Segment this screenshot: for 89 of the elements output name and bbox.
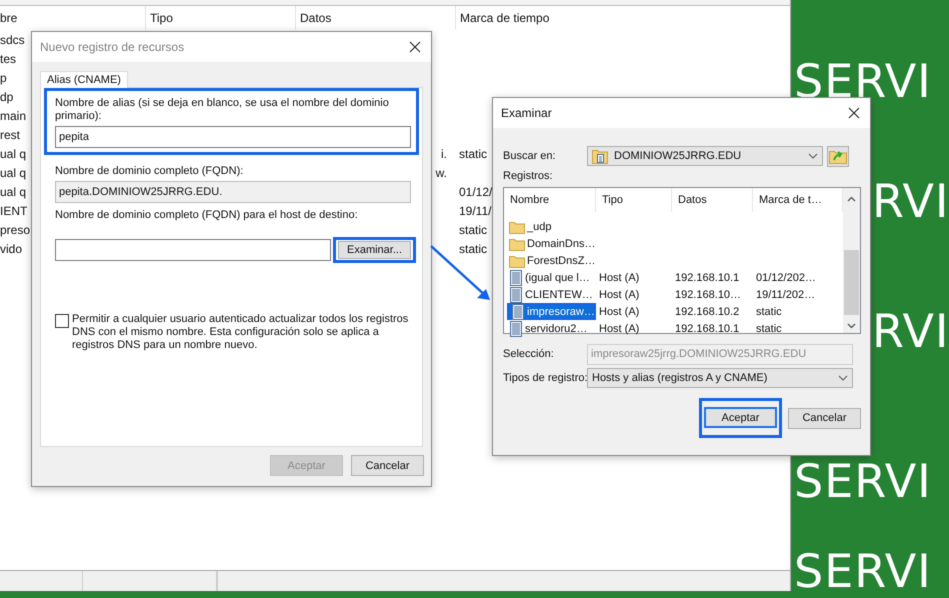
folder-icon — [509, 220, 525, 234]
table-cell: ual q — [0, 146, 26, 160]
table-cell: static — [459, 242, 488, 256]
chevron-down-icon — [808, 153, 818, 159]
list-item[interactable]: ForestDnsZ… — [507, 252, 596, 269]
table-cell: p — [0, 70, 7, 84]
table-cell-text: Host (A) — [598, 306, 640, 318]
table-cell: 19/11/ — [459, 204, 492, 218]
folder-icon — [509, 236, 525, 250]
column-header[interactable]: Nombre — [504, 188, 596, 212]
checkbox-label: Permitir a cualquier usuario autenticado actualizar todos los registros DNS con el mismo nombre. Esta configuración solo se aplica a registros DNS para un nombre nuevo. — [72, 313, 409, 352]
column-header[interactable]: Datos — [672, 188, 753, 212]
table-cell-text: static — [755, 306, 783, 318]
dialog-button[interactable]: Cancelar — [788, 408, 861, 428]
table-cell-text: static — [755, 322, 783, 334]
input-field[interactable]: pepita.DOMINIOW25JRRG.EDU. — [55, 181, 411, 203]
table-cell-text: Host (A) — [598, 288, 640, 300]
list-item[interactable]: CLIENTEW… — [507, 286, 596, 303]
input-field[interactable]: pepita — [55, 126, 411, 148]
table-cell-text: Host (A) — [598, 322, 640, 334]
input-field[interactable] — [55, 239, 331, 261]
folder-icon — [592, 148, 608, 164]
checkbox[interactable] — [55, 314, 69, 328]
table-cell: ual q — [0, 166, 26, 180]
field-label: Registros: — [503, 170, 554, 182]
document-icon — [511, 304, 525, 320]
scrollbar[interactable] — [843, 188, 860, 333]
document-icon — [509, 320, 523, 336]
dialog-title: Nuevo registro de recursos — [40, 40, 184, 54]
table-cell: ual q — [0, 184, 26, 198]
field-label: Buscar en: — [503, 150, 557, 162]
tab[interactable]: Alias (CNAME) — [40, 71, 128, 88]
table-cell: preso — [0, 222, 30, 236]
wallpaper-text: SERVI — [794, 458, 932, 504]
table-cell: 01/12/ — [459, 184, 492, 198]
field-label: Tipos de registro: — [503, 372, 587, 384]
close-icon[interactable] — [409, 41, 421, 53]
table-cell: vido — [0, 242, 22, 256]
table-cell-text: 192.168.10.1 — [674, 322, 740, 334]
table-cell-text: 19/11/202… — [755, 288, 816, 300]
browse-button[interactable]: Examinar... — [338, 241, 412, 259]
dialog-button[interactable]: Cancelar — [351, 455, 424, 476]
scroll-down-icon — [847, 323, 856, 329]
chevron-down-icon — [838, 375, 848, 381]
close-icon[interactable] — [848, 107, 860, 119]
folder-icon — [509, 254, 525, 268]
table-cell: main — [0, 108, 26, 122]
arrow — [430, 245, 490, 300]
table-cell: w. — [436, 166, 447, 180]
list-item[interactable]: (igual que l… — [507, 269, 596, 286]
column-header[interactable]: Tipo — [596, 188, 672, 212]
dialog-title: Examinar — [501, 106, 552, 120]
column-header[interactable]: Datos — [295, 6, 455, 30]
field-label: Nombre de dominio completo (FQDN) para el host de destino: — [55, 209, 359, 222]
location-dropdown[interactable]: DOMINIOW25JRRG.EDU — [587, 146, 823, 166]
column-header[interactable]: Tipo — [145, 6, 295, 30]
field-label: Selección: — [503, 348, 555, 360]
list-item[interactable]: _udp — [507, 218, 596, 235]
table-cell-text: 192.168.10… — [674, 288, 742, 300]
table-cell-text: 192.168.10.2 — [674, 306, 740, 318]
table-cell: sdcs — [0, 32, 25, 46]
list-item[interactable]: impresoraw… — [507, 303, 596, 320]
column-header[interactable]: Marca de tiempo — [455, 6, 790, 30]
record-type-dropdown[interactable]: Hosts y alias (registros A y CNAME) — [587, 368, 853, 388]
table-cell: static — [459, 222, 488, 236]
wallpaper-text: SERVI — [794, 548, 932, 594]
table-cell: static — [459, 146, 488, 160]
list-item[interactable]: DomainDns… — [507, 235, 596, 252]
wallpaper-text: RVI — [872, 178, 949, 224]
table-cell: dp — [0, 90, 14, 104]
wallpaper-text: RVI — [872, 308, 949, 354]
table-cell: i. — [441, 146, 447, 160]
table-cell: IENT — [0, 204, 28, 218]
table-cell-text: 192.168.10.1 — [674, 272, 740, 284]
field-label: Nombre de dominio completo (FQDN): — [55, 165, 244, 178]
field-label: Nombre de alias (si se deja en blanco, se usa el nombre del dominio primario): — [55, 97, 390, 123]
list-item[interactable]: servidoru2… — [507, 320, 596, 337]
document-icon — [509, 270, 523, 286]
table-cell-text: 01/12/202… — [755, 272, 817, 284]
scroll-up-icon — [847, 196, 856, 202]
up-folder-button[interactable] — [827, 146, 849, 166]
scroll-thumb[interactable] — [844, 250, 859, 315]
wallpaper-text: SERVI — [794, 58, 932, 104]
table-cell: rest — [0, 128, 20, 142]
column-header[interactable]: bre — [0, 6, 145, 30]
dialog-button[interactable]: Aceptar — [704, 407, 777, 428]
document-icon — [509, 286, 523, 302]
table-cell: tes — [0, 52, 16, 66]
table-cell-text: Host (A) — [598, 272, 640, 284]
